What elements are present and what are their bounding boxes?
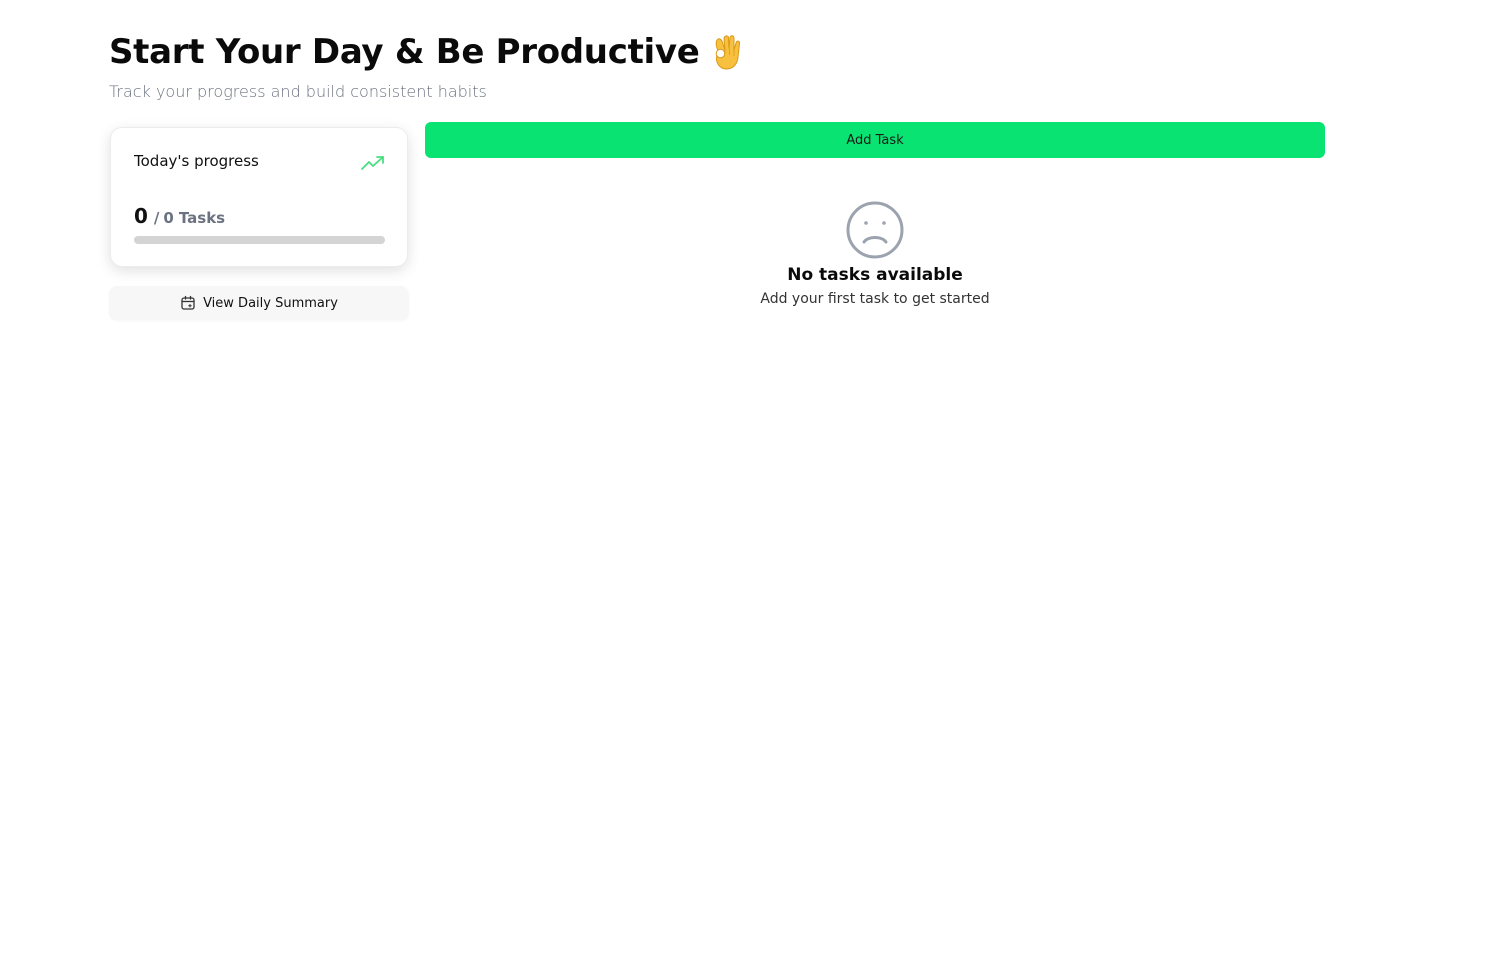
view-daily-summary-button[interactable]: View Daily Summary (109, 286, 409, 320)
calendar-icon (181, 295, 195, 310)
empty-state-title: No tasks available (787, 265, 963, 285)
empty-state-subtitle: Add your first task to get started (760, 291, 990, 307)
completed-count: 0 (134, 204, 148, 228)
add-task-button[interactable]: Add Task (425, 122, 1325, 158)
page-header: Start Your Day & Be Productive Track you… (109, 30, 744, 101)
page-subtitle: Track your progress and build consistent… (109, 82, 487, 101)
add-task-label: Add Task (846, 132, 904, 148)
count-unit: Tasks (178, 209, 226, 227)
progress-card: Today's progress 0 / 0 Tasks (110, 127, 408, 267)
page-title: Start Your Day & Be Productive (109, 30, 744, 74)
count-separator: / (153, 209, 160, 227)
progress-bar (134, 236, 385, 244)
sad-face-icon (846, 201, 904, 259)
progress-card-title: Today's progress (134, 152, 259, 170)
task-count: 0 / 0 Tasks (134, 204, 225, 228)
ok-hand-emoji-icon (715, 35, 740, 70)
view-daily-summary-label: View Daily Summary (203, 295, 338, 311)
total-count: 0 (163, 209, 174, 227)
trending-up-icon (361, 156, 384, 170)
page-title-text: Start Your Day & Be Productive (109, 32, 700, 72)
empty-state: No tasks available Add your first task t… (625, 200, 1125, 307)
app-page: Start Your Day & Be Productive Track you… (0, 0, 1495, 954)
